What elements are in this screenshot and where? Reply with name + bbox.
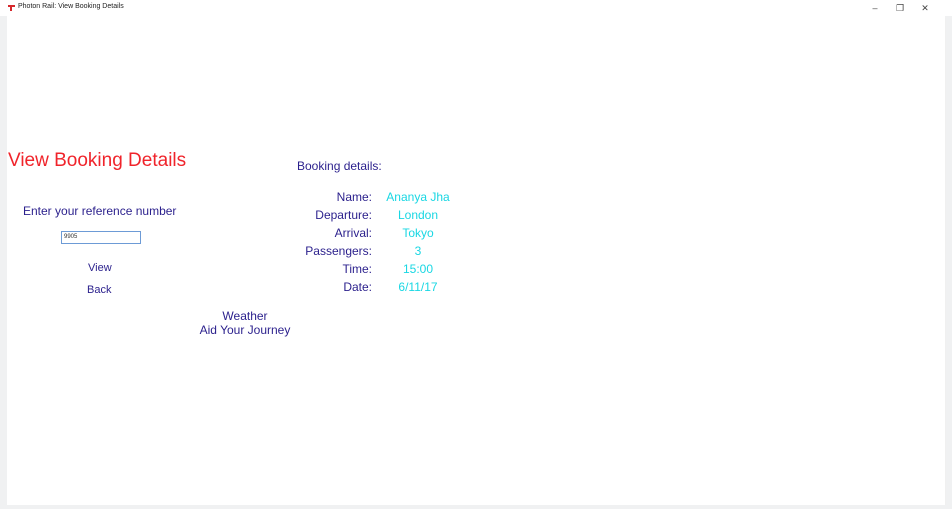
detail-row-departure: Departure: London [300,208,480,226]
departure-value-text: London [397,208,439,222]
title-bar[interactable]: Photon Rail: View Booking Details – ❐ ✕ [0,0,952,16]
reference-number-label: Enter your reference number [23,204,177,218]
reference-number-input[interactable] [61,231,141,244]
name-label: Name: [336,190,372,204]
passengers-label: Passengers: [305,244,372,258]
detail-row-date: Date: 6/11/17 [300,280,480,298]
date-value-text: 6/11/17 [398,280,438,294]
detail-row-name: Name: Ananya Jha [300,190,480,208]
back-button[interactable]: Back [87,284,111,296]
arrival-label: Arrival: [334,226,372,240]
weather-line-2: Aid Your Journey [199,323,291,337]
booking-details-title: Booking details: [297,159,382,173]
time-value-text: 15:00 [402,262,434,276]
app-icon [8,4,15,11]
departure-label: Departure: [315,208,372,222]
maximize-button[interactable]: ❐ [889,1,911,15]
window-title: Photon Rail: View Booking Details [18,3,124,10]
minimize-button[interactable]: – [864,1,886,15]
time-label: Time: [342,262,372,276]
name-value-text: Ananya Jha [386,190,450,204]
weather-button[interactable]: Weather Aid Your Journey [198,309,292,337]
app-window: Photon Rail: View Booking Details – ❐ ✕ … [0,0,952,509]
weather-line-1: Weather [222,309,268,323]
date-label: Date: [343,280,372,294]
arrival-value-text: Tokyo [402,226,434,240]
passengers-value-text: 3 [414,244,422,258]
window-border-bottom [0,505,952,509]
view-button[interactable]: View [88,262,112,274]
detail-row-time: Time: 15:00 [300,262,480,280]
detail-row-passengers: Passengers: 3 [300,244,480,262]
window-border-right [945,16,952,509]
close-button[interactable]: ✕ [914,1,936,15]
detail-row-arrival: Arrival: Tokyo [300,226,480,244]
page-title: View Booking Details [8,150,187,171]
window-border-left [0,16,7,509]
